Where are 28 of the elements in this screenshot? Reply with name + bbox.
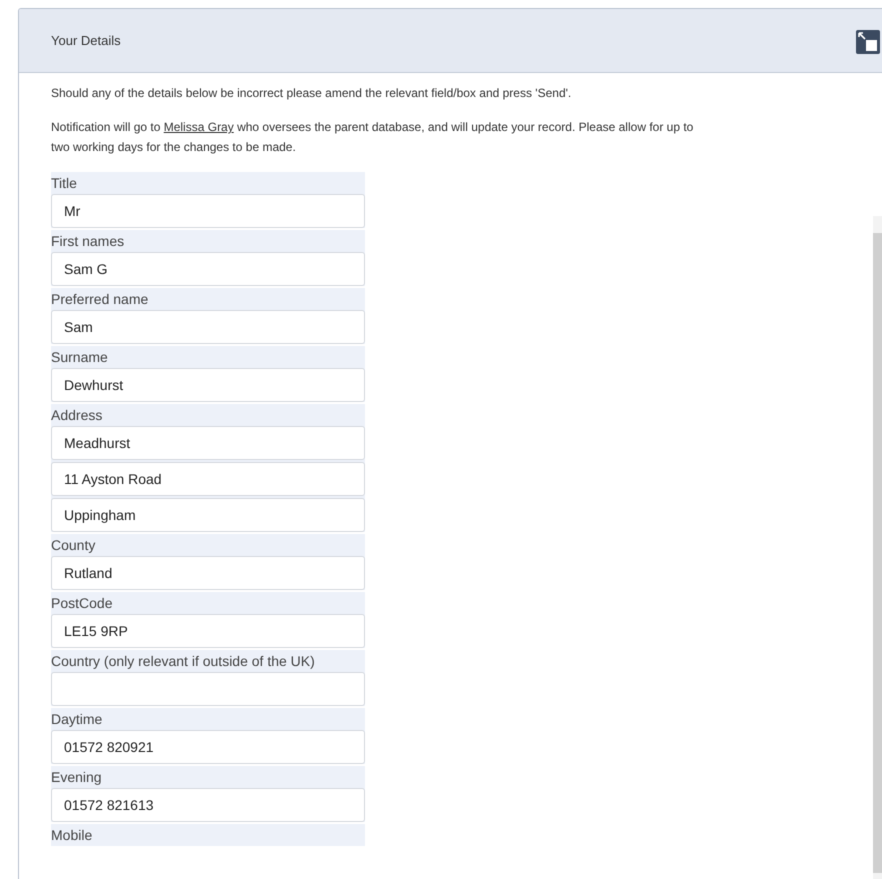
input-field[interactable]: Sam xyxy=(51,310,365,344)
expand-icon[interactable] xyxy=(856,30,880,54)
input-field[interactable]: 01572 820921 xyxy=(51,730,365,764)
field-label: Mobile xyxy=(51,826,94,845)
contact-link[interactable]: Melissa Gray xyxy=(164,120,234,134)
notification-text: Notification will go to Melissa Gray who oversees the parent database, and will update your record. Please allow for up to two working days for the changes to be made. xyxy=(51,119,694,156)
field-label: Daytime xyxy=(51,710,104,729)
input-field[interactable]: Mr xyxy=(51,194,365,228)
intro-text: Should any of the details below be incorrect please amend the relevant field/box and press 'Send'. xyxy=(51,85,572,102)
input-field[interactable]: 11 Ayston Road xyxy=(51,462,365,496)
field-label: Country (only relevant if outside of the UK) xyxy=(51,652,316,671)
input-field[interactable]: 01572 821613 xyxy=(51,788,365,822)
field-label: Address xyxy=(51,406,104,425)
input-field[interactable]: Meadhurst xyxy=(51,426,365,460)
field-label: County xyxy=(51,536,96,555)
field-label: Surname xyxy=(51,348,109,367)
field-label: Evening xyxy=(51,768,103,787)
input-field[interactable]: Dewhurst xyxy=(51,368,365,402)
field-label: First names xyxy=(51,232,126,251)
input-field[interactable] xyxy=(51,672,365,706)
input-field[interactable]: Sam G xyxy=(51,252,365,286)
input-field[interactable]: Rutland xyxy=(51,556,365,590)
input-field[interactable]: LE15 9RP xyxy=(51,614,365,648)
input-field[interactable]: Uppingham xyxy=(51,498,365,532)
field-label: PostCode xyxy=(51,594,114,613)
field-label: Preferred name xyxy=(51,290,150,309)
panel-title: Your Details xyxy=(51,32,121,50)
field-label: Title xyxy=(51,174,78,193)
